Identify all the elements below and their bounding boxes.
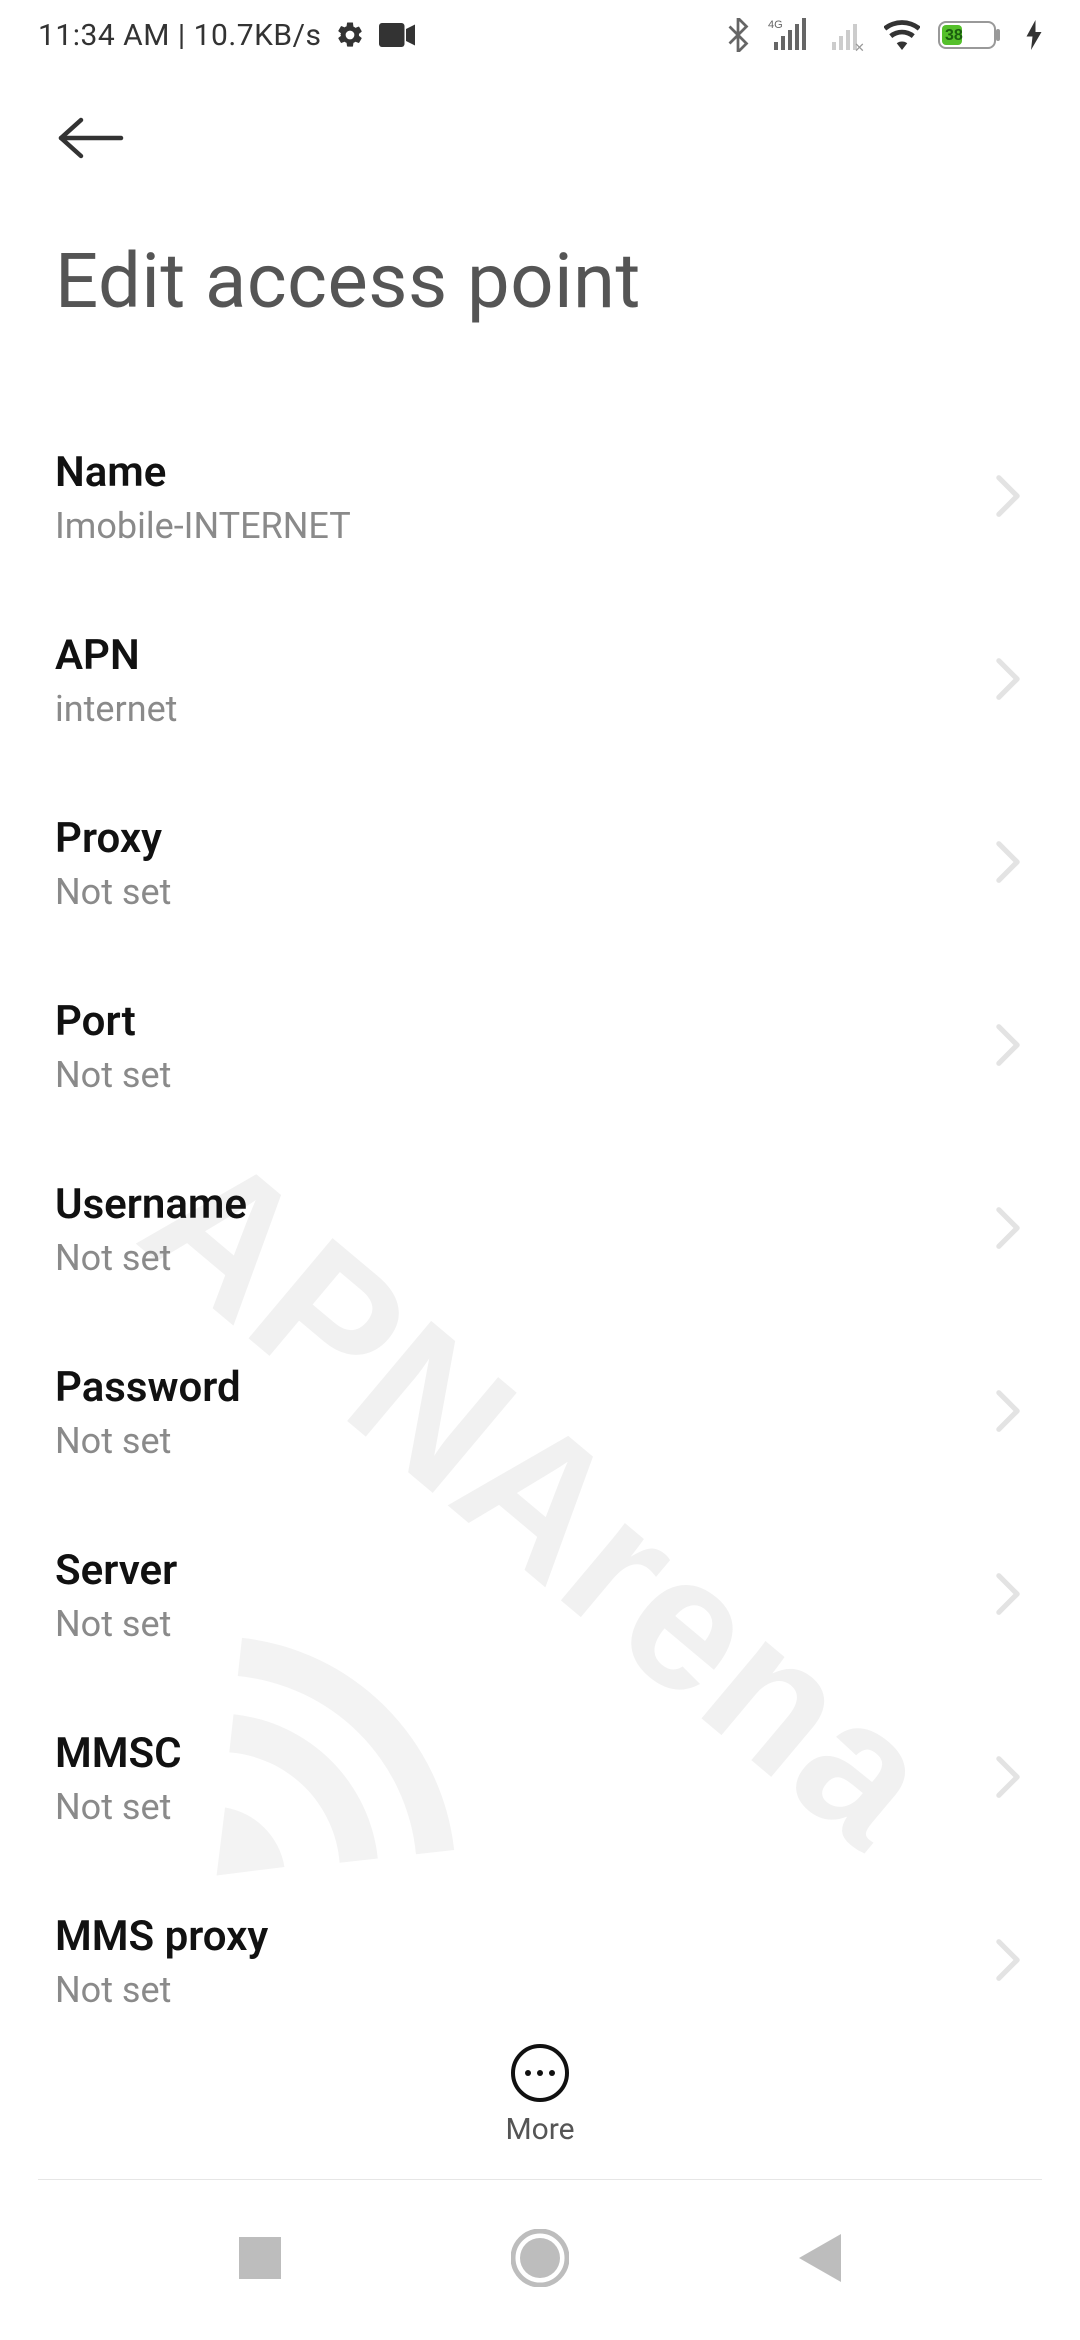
setting-row[interactable]: APN internet [55,589,1025,772]
status-bar: 11:34 AM | 10.7KB/s 4G [0,0,1080,70]
setting-label: Port [55,997,171,1046]
setting-text: Password Not set [55,1363,241,1462]
setting-text: Port Not set [55,997,171,1096]
more-icon [511,2044,569,2102]
setting-label: Username [55,1180,247,1229]
setting-text: Server Not set [55,1546,177,1645]
signal-sim2-icon: ✕ [826,18,866,52]
setting-text: Proxy Not set [55,814,171,913]
chevron-right-icon [995,474,1021,522]
setting-value: Not set [55,1237,247,1279]
setting-label: APN [55,631,177,680]
status-bar-right: 4G ✕ 38 [726,18,1042,52]
setting-label: Server [55,1546,177,1595]
setting-value: Not set [55,1420,241,1462]
more-label: More [505,2112,574,2147]
setting-label: Proxy [55,814,171,863]
chevron-right-icon [995,657,1021,705]
chevron-right-icon [995,1023,1021,1071]
svg-text:✕: ✕ [854,40,865,52]
bluetooth-icon [726,18,750,52]
more-button[interactable]: More [0,2020,1080,2170]
setting-text: Username Not set [55,1180,247,1279]
square-icon [239,2237,281,2283]
chevron-right-icon [995,1206,1021,1254]
triangle-left-icon [799,2234,841,2286]
header: Edit access point [0,70,1080,326]
setting-label: Name [55,448,351,497]
page-title: Edit access point [55,236,1025,326]
circle-icon [511,2229,569,2291]
status-bar-left: 11:34 AM | 10.7KB/s [38,18,415,53]
setting-value: Not set [55,1969,268,2011]
chevron-right-icon [995,1572,1021,1620]
back-button[interactable] [55,100,135,180]
setting-text: Name Imobile-INTERNET [55,448,351,547]
setting-value: Imobile-INTERNET [55,505,351,547]
battery-icon: 38 [938,19,1008,51]
setting-row[interactable]: Username Not set [55,1138,1025,1321]
charging-bolt-icon [1026,20,1042,50]
svg-text:38: 38 [945,27,963,44]
chevron-right-icon [995,840,1021,888]
setting-label: MMS proxy [55,1912,268,1961]
nav-recent-button[interactable] [200,2200,320,2320]
settings-gear-icon [335,20,365,50]
setting-value: Not set [55,871,171,913]
setting-value: internet [55,688,177,730]
camera-icon [379,21,415,49]
android-nav-bar [0,2180,1080,2340]
setting-row[interactable]: Name Imobile-INTERNET [55,406,1025,589]
chevron-right-icon [995,1938,1021,1986]
setting-text: MMSC Not set [55,1729,182,1828]
status-clock: 11:34 AM | 10.7KB/s [38,18,321,53]
setting-text: APN internet [55,631,177,730]
setting-label: MMSC [55,1729,182,1778]
svg-text:4G: 4G [768,19,783,31]
setting-row[interactable]: Port Not set [55,955,1025,1138]
setting-row[interactable]: MMSC Not set [55,1687,1025,1870]
settings-list: Name Imobile-INTERNET APN internet Proxy Not … [0,406,1080,2066]
setting-value: Not set [55,1786,182,1828]
setting-value: Not set [55,1054,171,1096]
nav-home-button[interactable] [480,2200,600,2320]
signal-4g-icon: 4G [768,18,808,52]
setting-label: Password [55,1363,241,1412]
nav-back-button[interactable] [760,2200,880,2320]
setting-value: Not set [55,1603,177,1645]
arrow-left-icon [55,114,127,166]
chevron-right-icon [995,1389,1021,1437]
setting-row[interactable]: Server Not set [55,1504,1025,1687]
setting-text: MMS proxy Not set [55,1912,268,2011]
wifi-icon [884,20,920,50]
setting-row[interactable]: Proxy Not set [55,772,1025,955]
setting-row[interactable]: Password Not set [55,1321,1025,1504]
chevron-right-icon [995,1755,1021,1803]
